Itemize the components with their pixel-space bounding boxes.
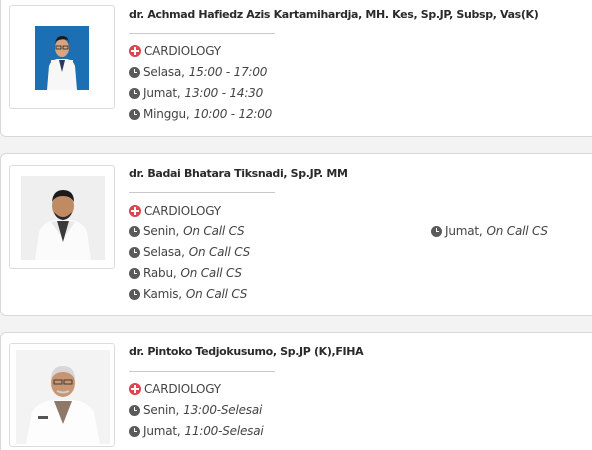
schedule-time: On Call CS xyxy=(180,266,242,280)
schedule-item: Jumat, On Call CS xyxy=(431,224,548,238)
clock-icon xyxy=(129,108,140,120)
schedule-item: Minggu, 10:00 - 12:00 xyxy=(129,107,272,121)
schedule-item: Selasa, On Call CS xyxy=(129,245,250,259)
schedule-time: On Call CS xyxy=(486,224,549,238)
schedule-day: Kamis, xyxy=(143,287,182,301)
doctor-name[interactable]: dr. Pintoko Tedjokusumo, Sp.JP (K),FIHA xyxy=(129,345,364,358)
clock-icon xyxy=(129,66,140,78)
doctor-card[interactable]: dr. Pintoko Tedjokusumo, Sp.JP (K),FIHA … xyxy=(0,332,592,450)
schedule-day: Jumat, xyxy=(445,224,483,238)
schedule-day: Selasa, xyxy=(143,245,185,259)
schedule-time: On Call CS xyxy=(185,287,248,301)
schedule-time: On Call CS xyxy=(188,245,251,259)
doctor-photo-frame[interactable] xyxy=(9,343,115,447)
specialty-label: CARDIOLOGY xyxy=(129,204,221,218)
doctor-photo xyxy=(35,26,89,90)
doctor-name[interactable]: dr. Badai Bhatara Tiksnadi, Sp.JP. MM xyxy=(129,167,348,180)
clock-icon xyxy=(129,404,140,416)
doctor-card[interactable]: dr. Achmad Hafiedz Azis Kartamihardja, M… xyxy=(0,0,592,137)
schedule-time: 13:00 - 14:30 xyxy=(184,86,264,100)
schedule-time: 13:00-Selesai xyxy=(183,403,263,417)
divider xyxy=(129,192,275,193)
cross-icon xyxy=(129,205,141,217)
schedule-day: Selasa, xyxy=(143,65,185,79)
specialty-label: CARDIOLOGY xyxy=(129,382,221,396)
schedule-day: Minggu, xyxy=(143,107,190,121)
clock-icon xyxy=(129,267,140,279)
schedule-time: On Call CS xyxy=(183,224,245,238)
schedule-time: 15:00 - 17:00 xyxy=(188,65,268,79)
specialty-text: CARDIOLOGY xyxy=(144,204,221,218)
specialty-label: CARDIOLOGY xyxy=(129,44,221,58)
schedule-time: 11:00-Selesai xyxy=(184,424,264,438)
doctor-photo xyxy=(16,350,110,444)
doctor-card[interactable]: dr. Badai Bhatara Tiksnadi, Sp.JP. MM CA… xyxy=(0,153,592,316)
divider xyxy=(129,33,275,34)
clock-icon xyxy=(129,425,140,437)
schedule-item: Senin, 13:00-Selesai xyxy=(129,403,262,417)
schedule-day: Senin, xyxy=(143,403,180,417)
schedule-time: 10:00 - 12:00 xyxy=(193,107,273,121)
cross-icon xyxy=(129,45,141,57)
schedule-item: Rabu, On Call CS xyxy=(129,266,242,280)
specialty-text: CARDIOLOGY xyxy=(144,44,221,58)
specialty-text: CARDIOLOGY xyxy=(144,382,221,396)
schedule-item: Jumat, 13:00 - 14:30 xyxy=(129,86,263,100)
clock-icon xyxy=(129,87,140,99)
schedule-day: Jumat, xyxy=(143,86,181,100)
doctor-photo-frame[interactable] xyxy=(9,5,115,109)
doctor-photo xyxy=(21,176,105,260)
divider xyxy=(129,371,275,372)
clock-icon xyxy=(129,225,140,237)
clock-icon xyxy=(431,225,442,237)
schedule-day: Jumat, xyxy=(143,424,181,438)
clock-icon xyxy=(129,246,140,258)
schedule-item: Jumat, 11:00-Selesai xyxy=(129,424,264,438)
schedule-day: Senin, xyxy=(143,224,180,238)
doctor-name[interactable]: dr. Achmad Hafiedz Azis Kartamihardja, M… xyxy=(129,8,539,21)
cross-icon xyxy=(129,383,141,395)
schedule-item: Senin, On Call CS xyxy=(129,224,245,238)
schedule-item: Selasa, 15:00 - 17:00 xyxy=(129,65,267,79)
schedule-item: Kamis, On Call CS xyxy=(129,287,247,301)
schedule-day: Rabu, xyxy=(143,266,177,280)
clock-icon xyxy=(129,288,140,300)
doctor-photo-frame[interactable] xyxy=(9,165,115,269)
